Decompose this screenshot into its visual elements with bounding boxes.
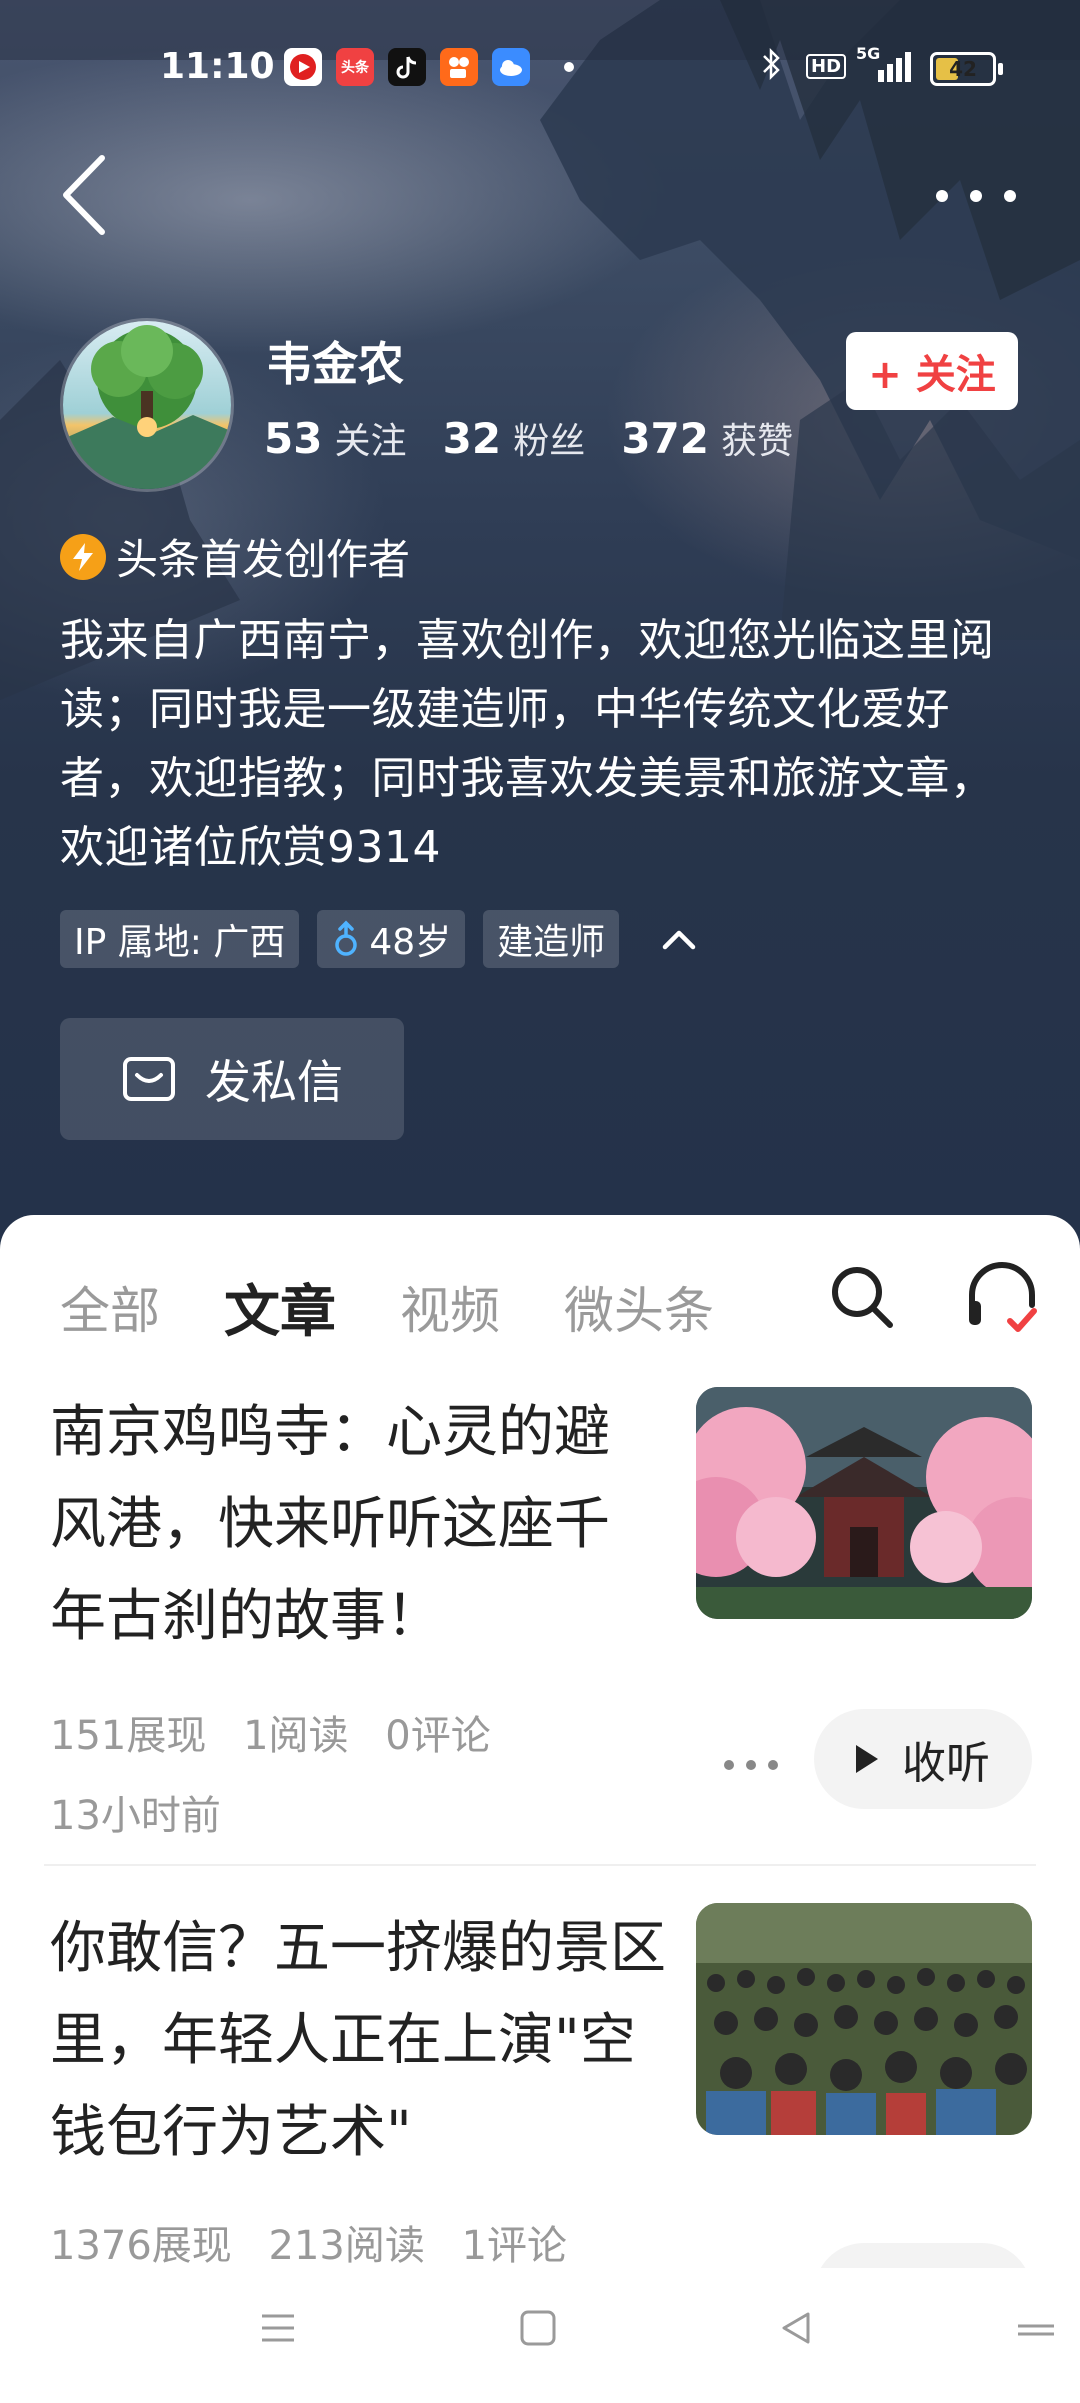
article-more-button[interactable] [722, 1754, 782, 1774]
battery-icon: 42 [930, 52, 1003, 86]
article-reads: 1阅读 [243, 1713, 349, 1759]
battery-level: 42 [949, 57, 977, 81]
lightning-icon [60, 533, 106, 580]
more-horizontal-icon [724, 1760, 734, 1770]
tab-all[interactable]: 全部 [60, 1271, 160, 1343]
profile-name: 韦金农 [266, 337, 404, 391]
more-horizontal-icon [936, 190, 948, 202]
content-tabs: 全部 文章 视频 微头条 [60, 1267, 778, 1347]
tab-articles[interactable]: 文章 [224, 1267, 336, 1348]
chevron-left-icon [63, 155, 105, 235]
tree-avatar-image [63, 321, 231, 489]
profile-bio: 我来自广西南宁，喜欢创作，欢迎您光临这里阅读；同时我是一级建造师，中华传统文化爱… [60, 615, 995, 873]
toutiao-icon: 头条 [336, 48, 374, 86]
article-title[interactable]: 南京鸡鸣寺：心灵的避风港，快来听听这座千年古刹的故事！ [50, 1387, 650, 1663]
more-options-button[interactable] [930, 170, 1040, 220]
listen-label: 收听 [902, 1738, 990, 1789]
play-icon [856, 1745, 878, 1773]
send-message-button[interactable]: 发私信 [60, 1018, 404, 1140]
age-tag: 48岁 [317, 910, 466, 968]
status-bar: 11:10 头条 HD 5G 42 [0, 40, 1080, 100]
creator-badge-text: 头条首发创作者 [116, 535, 411, 584]
search-icon[interactable] [826, 1261, 898, 1333]
chevron-up-icon[interactable] [657, 917, 701, 961]
toutiao-icon-text: 头条 [341, 60, 369, 76]
content-panel: 全部 文章 视频 微头条 南京鸡鸣寺：心灵的避风港，快来听听这座千年古刹的故事！ [0, 1215, 1080, 2400]
status-time: 11:10 [160, 46, 275, 87]
tab-micro-posts[interactable]: 微头条 [564, 1271, 714, 1343]
article-thumbnail[interactable] [696, 1903, 1032, 2135]
listen-button[interactable]: 收听 [814, 1709, 1032, 1809]
assistant-handle-icon[interactable] [1016, 2320, 1056, 2340]
ip-location-tag: IP 属地: 广西 [60, 910, 300, 968]
profession-tag: 建造师 [483, 910, 620, 968]
menu-icon[interactable] [258, 2308, 298, 2348]
home-icon[interactable] [518, 2308, 558, 2348]
message-icon [123, 1057, 175, 1101]
age-tag-text: 48岁 [369, 922, 452, 963]
following-label[interactable]: 关注 [335, 421, 407, 462]
article-views: 1376展现 [50, 2223, 232, 2269]
system-navigation-bar [0, 2268, 1080, 2400]
weather-icon [492, 48, 530, 86]
article-comments: 1评论 [461, 2223, 568, 2269]
article-title[interactable]: 你敢信？五一挤爆的景区里，年轻人正在上演"空钱包行为艺术" [50, 1903, 670, 2179]
hd-voice-indicator: HD [806, 54, 847, 79]
divider [44, 1864, 1036, 1866]
notification-dot [564, 62, 574, 72]
article-thumbnail[interactable] [696, 1387, 1032, 1619]
likes-count: 372 [621, 414, 709, 463]
tiktok-icon [388, 48, 426, 86]
followers-count[interactable]: 32 [443, 414, 501, 463]
follow-button[interactable]: + 关注 [846, 332, 1018, 410]
headphones-icon[interactable] [964, 1257, 1040, 1337]
article-stats: 151展现 1阅读 0评论 [50, 1703, 515, 1761]
tab-videos[interactable]: 视频 [400, 1271, 500, 1343]
profile-stats: 53 关注 32 粉丝 372 获赞 [264, 412, 817, 464]
back-triangle-icon[interactable] [776, 2308, 816, 2348]
article-time: 13小时前 [50, 1793, 221, 1839]
likes-label: 获赞 [721, 421, 794, 462]
following-count[interactable]: 53 [264, 414, 322, 463]
send-message-label: 发私信 [205, 1055, 343, 1109]
youtube-music-icon [284, 48, 322, 86]
bluetooth-icon [760, 46, 784, 90]
followers-label[interactable]: 粉丝 [513, 421, 585, 462]
creator-badge[interactable]: 头条首发创作者 [60, 526, 410, 587]
article-reads: 213阅读 [268, 2223, 425, 2269]
male-gender-icon [335, 920, 358, 956]
article-views: 151展现 [50, 1713, 207, 1759]
temple-cherry-blossom-image [696, 1387, 1032, 1619]
network-type-label: 5G [856, 44, 881, 63]
back-button[interactable] [56, 150, 116, 240]
signal-icon: 5G [856, 44, 916, 88]
article-comments: 0评论 [385, 1713, 491, 1759]
profile-tags: IP 属地: 广西 48岁 建造师 [60, 910, 701, 968]
kuaishou-icon [440, 48, 478, 86]
avatar[interactable] [60, 318, 234, 492]
crowd-scenic-area-image [696, 1903, 1032, 2135]
article-stats: 1376展现 213阅读 1评论 [50, 2213, 591, 2271]
